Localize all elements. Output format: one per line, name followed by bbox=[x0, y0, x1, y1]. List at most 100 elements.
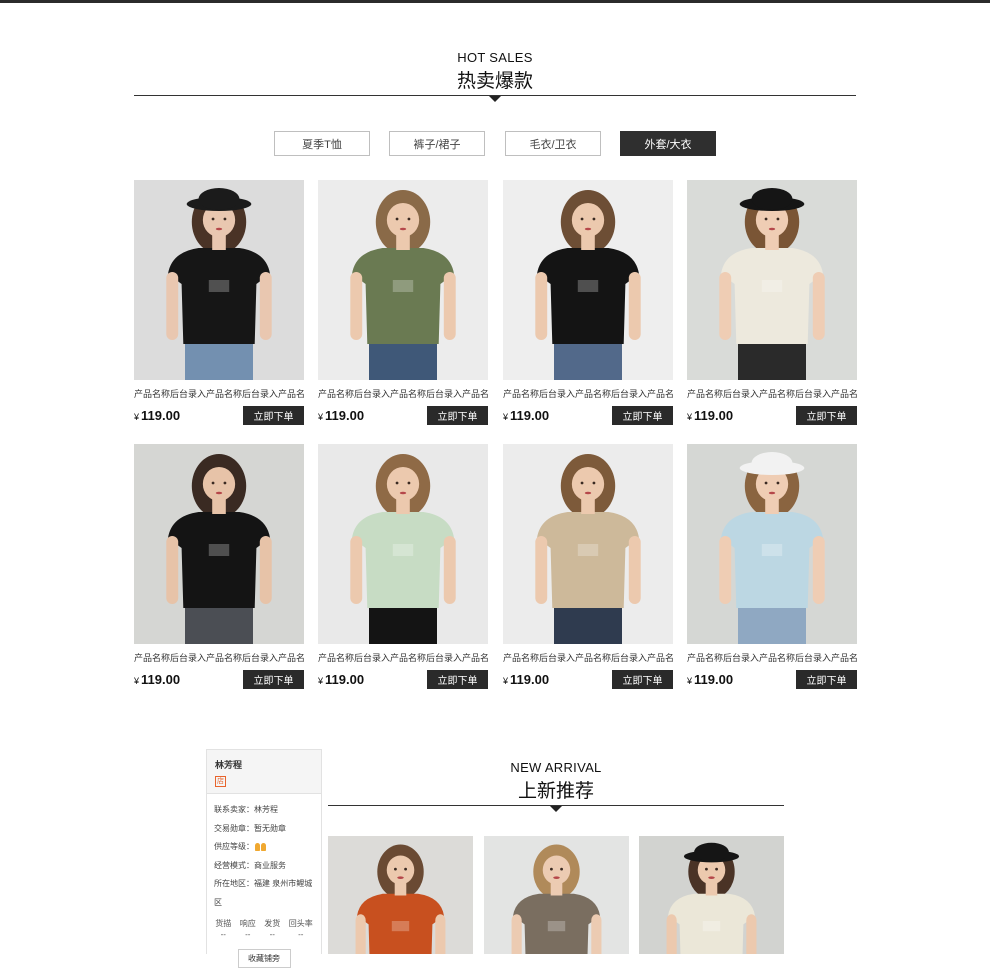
product-image[interactable] bbox=[134, 444, 304, 644]
product-image[interactable] bbox=[503, 180, 673, 380]
product-name[interactable]: 产品名称后台录入产品名称后台录入产品名 bbox=[318, 387, 488, 400]
price-row: ¥119.00 立即下单 bbox=[687, 670, 857, 689]
category-tab[interactable]: 外套/大衣 bbox=[620, 131, 716, 156]
price-row: ¥119.00 立即下单 bbox=[687, 406, 857, 425]
price-value: 119.00 bbox=[325, 672, 365, 687]
stat-item: 发货 -- bbox=[264, 918, 280, 940]
product-name[interactable]: 产品名称后台录入产品名称后台录入产品名 bbox=[687, 387, 857, 400]
price-value: 119.00 bbox=[325, 408, 365, 423]
stat-label: 回头率 bbox=[288, 919, 313, 928]
price-value: 119.00 bbox=[694, 672, 734, 687]
new-arrival-image[interactable] bbox=[639, 836, 784, 954]
medal-icon bbox=[255, 842, 260, 851]
mode-label: 经营模式： bbox=[214, 860, 254, 870]
hot-sales-title-en: HOT SALES bbox=[457, 50, 533, 65]
price-value: 119.00 bbox=[694, 408, 734, 423]
shop-level-row: 供应等级： bbox=[214, 838, 314, 857]
product-price: ¥119.00 bbox=[503, 672, 549, 687]
product-card: 产品名称后台录入产品名称后台录入产品名 ¥119.00 立即下单 bbox=[503, 444, 673, 689]
buy-now-button[interactable]: 立即下单 bbox=[243, 670, 304, 689]
shop-name[interactable]: 林芳程 bbox=[215, 758, 313, 771]
price-value: 119.00 bbox=[141, 672, 181, 687]
currency-symbol: ¥ bbox=[687, 676, 693, 686]
product-card: 产品名称后台录入产品名称后台录入产品名 ¥119.00 立即下单 bbox=[134, 180, 304, 425]
price-value: 119.00 bbox=[510, 408, 550, 423]
category-tab[interactable]: 毛衣/卫衣 bbox=[505, 131, 601, 156]
new-arrival-image[interactable] bbox=[328, 836, 473, 954]
product-image[interactable] bbox=[134, 180, 304, 380]
hot-sales-caret-icon bbox=[489, 96, 501, 102]
medal-value: 暂无勋章 bbox=[254, 823, 286, 833]
stat-value: -- bbox=[245, 930, 251, 939]
stat-value: -- bbox=[220, 930, 226, 939]
currency-symbol: ¥ bbox=[318, 412, 324, 422]
product-price: ¥119.00 bbox=[318, 672, 364, 687]
shop-contact-row: 联系卖家：林芳程 bbox=[214, 801, 314, 820]
currency-symbol: ¥ bbox=[503, 676, 509, 686]
new-arrival-header: NEW ARRIVAL 上新推荐 bbox=[328, 760, 784, 803]
new-arrival-title-en: NEW ARRIVAL bbox=[510, 760, 602, 775]
stat-label: 响应 bbox=[239, 919, 256, 928]
price-row: ¥119.00 立即下单 bbox=[134, 670, 304, 689]
product-image[interactable] bbox=[318, 180, 488, 380]
buy-now-button[interactable]: 立即下单 bbox=[427, 670, 488, 689]
price-value: 119.00 bbox=[510, 672, 550, 687]
currency-symbol: ¥ bbox=[134, 676, 140, 686]
product-card: 产品名称后台录入产品名称后台录入产品名 ¥119.00 立即下单 bbox=[687, 444, 857, 689]
product-price: ¥119.00 bbox=[134, 408, 180, 423]
stat-label: 货描 bbox=[215, 919, 232, 928]
buy-now-button[interactable]: 立即下单 bbox=[612, 406, 673, 425]
buy-now-button[interactable]: 立即下单 bbox=[427, 406, 488, 425]
medal-icon bbox=[261, 842, 266, 851]
product-name[interactable]: 产品名称后台录入产品名称后台录入产品名 bbox=[318, 651, 488, 664]
category-tab[interactable]: 裤子/裙子 bbox=[389, 131, 485, 156]
product-name[interactable]: 产品名称后台录入产品名称后台录入产品名 bbox=[134, 387, 304, 400]
currency-symbol: ¥ bbox=[318, 676, 324, 686]
medal-label: 交易勋章： bbox=[214, 823, 254, 833]
buy-now-button[interactable]: 立即下单 bbox=[796, 670, 857, 689]
buy-now-button[interactable]: 立即下单 bbox=[796, 406, 857, 425]
shop-badge-icon: 店 bbox=[215, 776, 226, 787]
shop-medal-row: 交易勋章：暂无勋章 bbox=[214, 820, 314, 839]
stat-value: -- bbox=[298, 930, 304, 939]
stat-item: 响应 -- bbox=[240, 918, 256, 940]
buy-now-button[interactable]: 立即下单 bbox=[243, 406, 304, 425]
category-tab[interactable]: 夏季T恤 bbox=[274, 131, 370, 156]
new-arrival-image[interactable] bbox=[484, 836, 629, 954]
stat-item: 回头率 -- bbox=[289, 918, 313, 940]
stat-value: -- bbox=[269, 930, 275, 939]
price-row: ¥119.00 立即下单 bbox=[318, 406, 488, 425]
currency-symbol: ¥ bbox=[134, 412, 140, 422]
favorite-shop-button[interactable]: 收藏铺旁 bbox=[237, 949, 291, 968]
product-image[interactable] bbox=[318, 444, 488, 644]
currency-symbol: ¥ bbox=[687, 412, 693, 422]
price-row: ¥119.00 立即下单 bbox=[134, 406, 304, 425]
product-image[interactable] bbox=[687, 180, 857, 380]
product-price: ¥119.00 bbox=[503, 408, 549, 423]
contact-value[interactable]: 林芳程 bbox=[254, 805, 278, 814]
hot-sales-header: HOT SALES 热卖爆款 bbox=[134, 50, 856, 93]
product-card: 产品名称后台录入产品名称后台录入产品名 ¥119.00 立即下单 bbox=[134, 444, 304, 689]
price-row: ¥119.00 立即下单 bbox=[503, 670, 673, 689]
product-name[interactable]: 产品名称后台录入产品名称后台录入产品名 bbox=[134, 651, 304, 664]
price-row: ¥119.00 立即下单 bbox=[318, 670, 488, 689]
area-label: 所在地区： bbox=[214, 879, 254, 888]
level-label: 供应等级： bbox=[214, 842, 254, 851]
shop-info-panel: 林芳程 店 联系卖家：林芳程 交易勋章：暂无勋章 供应等级： 经营模式：商业服务… bbox=[206, 749, 322, 968]
contact-label: 联系卖家： bbox=[214, 805, 254, 814]
currency-symbol: ¥ bbox=[503, 412, 509, 422]
product-name[interactable]: 产品名称后台录入产品名称后台录入产品名 bbox=[503, 651, 673, 664]
product-card: 产品名称后台录入产品名称后台录入产品名 ¥119.00 立即下单 bbox=[687, 180, 857, 425]
price-row: ¥119.00 立即下单 bbox=[503, 406, 673, 425]
product-price: ¥119.00 bbox=[687, 408, 733, 423]
shop-area-row: 所在地区：福建 泉州市鲤城区 bbox=[214, 875, 314, 912]
shop-header: 林芳程 店 bbox=[207, 750, 321, 794]
product-name[interactable]: 产品名称后台录入产品名称后台录入产品名 bbox=[687, 651, 857, 664]
stat-label: 发货 bbox=[264, 919, 281, 928]
stat-item: 货描 -- bbox=[215, 918, 231, 940]
product-image[interactable] bbox=[503, 444, 673, 644]
buy-now-button[interactable]: 立即下单 bbox=[612, 670, 673, 689]
product-image[interactable] bbox=[687, 444, 857, 644]
new-arrival-caret-icon bbox=[550, 806, 562, 812]
product-name[interactable]: 产品名称后台录入产品名称后台录入产品名 bbox=[503, 387, 673, 400]
